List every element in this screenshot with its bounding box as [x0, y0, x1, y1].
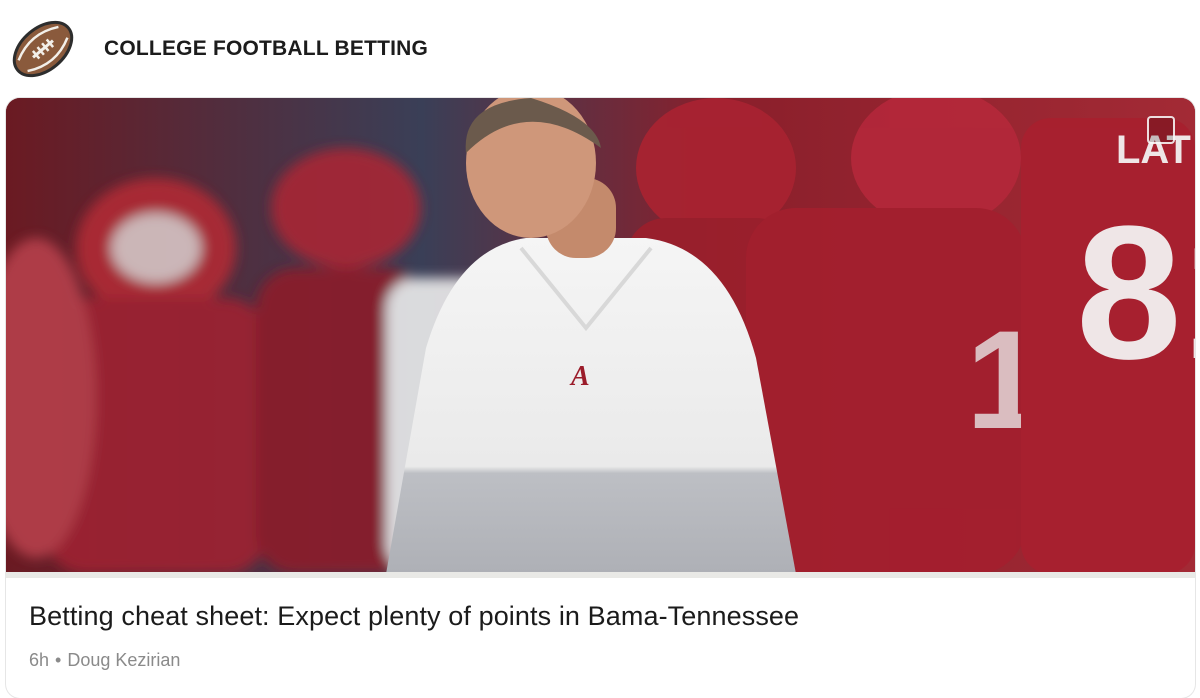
section-title[interactable]: COLLEGE FOOTBALL BETTING [104, 37, 428, 61]
image-placeholder-icon [1147, 116, 1175, 144]
article-hero-image[interactable]: 18 81 LAT A [6, 98, 1195, 574]
article-headline[interactable]: Betting cheat sheet: Expect plenty of po… [29, 601, 1169, 632]
image-divider [6, 572, 1195, 578]
hero-photo: 18 81 LAT A [6, 98, 1195, 574]
football-icon[interactable] [8, 14, 78, 84]
article-age: 6h [29, 650, 50, 670]
article-author[interactable]: Doug Kezirian [67, 650, 180, 670]
article-byline: 6h • Doug Kezirian [29, 650, 180, 671]
article-card[interactable]: 18 81 LAT A Betting cheat sheet: Expect … [6, 98, 1195, 698]
svg-text:A: A [569, 361, 590, 392]
svg-text:81: 81 [1076, 187, 1195, 399]
byline-separator: • [55, 650, 62, 670]
section-header: COLLEGE FOOTBALL BETTING [0, 0, 1200, 98]
